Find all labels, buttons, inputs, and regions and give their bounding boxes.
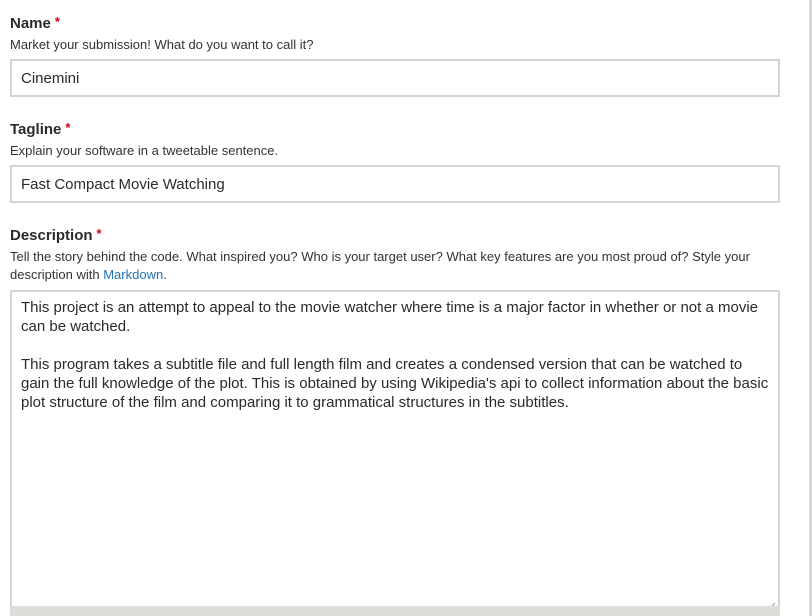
tagline-required-mark: * xyxy=(65,120,71,135)
description-textarea-wrap: This project is an attempt to appeal to … xyxy=(10,284,780,615)
name-required-mark: * xyxy=(54,14,60,29)
description-label: Description xyxy=(10,227,93,244)
description-field-group: Description * Tell the story behind the c… xyxy=(10,225,780,615)
name-label: Name xyxy=(10,15,51,32)
form-footer-bar xyxy=(10,606,780,616)
tagline-label-row: Tagline * xyxy=(10,119,780,139)
tagline-field-group: Tagline * Explain your software in a twee… xyxy=(10,119,780,203)
markdown-link[interactable]: Markdown xyxy=(103,267,163,282)
name-hint: Market your submission! What do you want… xyxy=(10,37,314,52)
name-field-group: Name * Market your submission! What do yo… xyxy=(10,13,780,97)
tagline-hint: Explain your software in a tweetable sen… xyxy=(10,143,279,158)
description-required-mark: * xyxy=(96,226,102,241)
description-hint-suffix: . xyxy=(163,267,167,282)
submission-form: Name * Market your submission! What do yo… xyxy=(0,0,812,616)
description-hint: Tell the story behind the code. What ins… xyxy=(10,248,780,284)
name-input[interactable] xyxy=(10,59,780,97)
description-label-row: Description * xyxy=(10,225,780,245)
tagline-input[interactable] xyxy=(10,165,780,203)
description-textarea[interactable]: This project is an attempt to appeal to … xyxy=(10,290,780,610)
tagline-label: Tagline xyxy=(10,121,62,138)
name-label-row: Name * xyxy=(10,13,780,33)
